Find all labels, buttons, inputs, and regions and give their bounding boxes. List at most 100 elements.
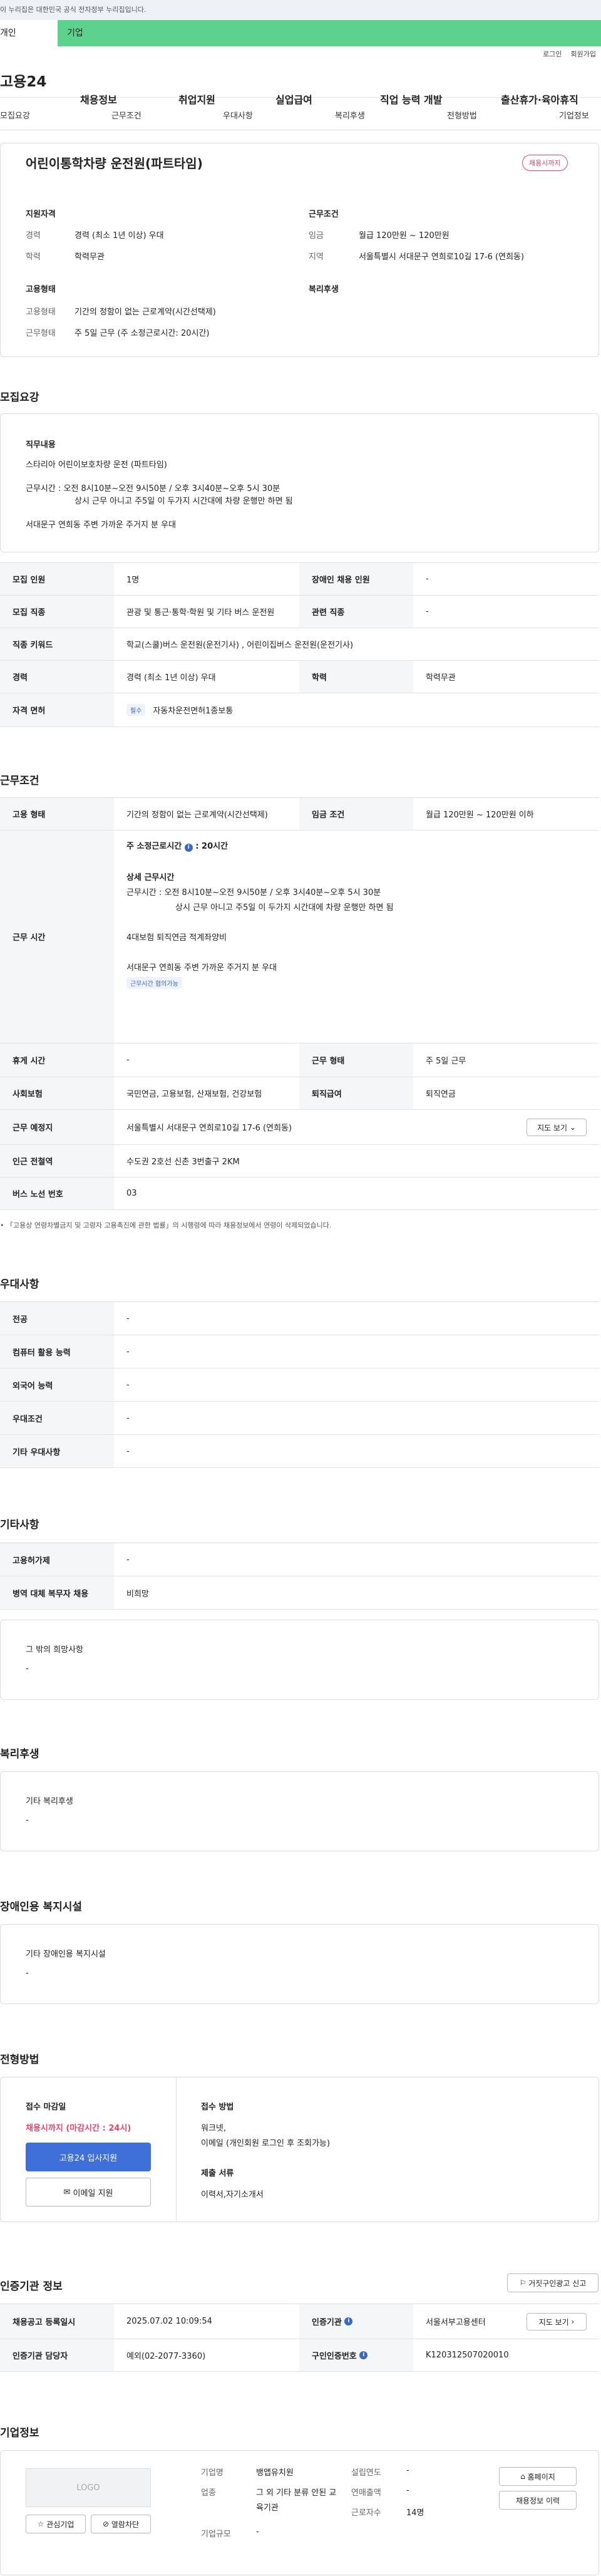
table-row: 근무 예정지 서울특별시 서대문구 연희로10길 17-6 (연희동) 지도 보기 … [0, 1110, 599, 1145]
duty-card: 직무내용 스타리아 어린이보호차량 운전 (파트타임) 근무시간 : 오전 8시… [0, 413, 599, 552]
map-button[interactable]: 지도 보기 ⌄ [527, 1119, 587, 1136]
row-key: 컴퓨터 활용 능력 [0, 1335, 114, 1368]
field-value: 뱅앱유치원 [256, 2468, 294, 2478]
prefer-table: 전공 - 컴퓨터 활용 능력 - 외국어 능력 - 우대조건 - 기타 우대사항 - [0, 1301, 599, 1468]
agency-map-label: 지도 보기 [538, 2317, 569, 2327]
tab-benefits[interactable]: 복리후생 [335, 109, 365, 121]
welfare-heading: 복리후생 [309, 285, 339, 294]
disability-heading: 장애인용 복지시설 [0, 1901, 83, 1913]
apply-button[interactable]: 고용24 입사지원 [26, 2143, 151, 2171]
table-row: 고용 형태 기간의 정함이 없는 근로계약(시간선택제) 임금 조건 월급 120만원… [0, 798, 599, 830]
row-value: 서울특별시 서대문구 연희로10길 17-6 (연희동) [126, 1124, 292, 1133]
duty-line: 스타리아 어린이보호차량 운전 (파트타임) [26, 460, 167, 470]
row-key: 채용공고 등록일시 [0, 2304, 114, 2339]
table-row: 자격 면허 필수 자동차운전면허1종보통 [0, 693, 599, 727]
tab-business[interactable]: 기업 [58, 20, 601, 46]
other-box-heading: 그 밖의 희망사항 [26, 1645, 83, 1655]
email-button-label: 이메일 지원 [73, 2188, 113, 2198]
work-value: 서울특별시 서대문구 연희로10길 17-6 (연희동) [359, 252, 525, 262]
login-link[interactable]: 로그인 [543, 50, 562, 58]
signup-link[interactable]: 회원가입 [571, 50, 596, 58]
benefits-box-value: - [26, 1816, 29, 1825]
field-label: 기업명 [201, 2468, 223, 2478]
util-links: 로그인 회원가입 [0, 46, 601, 63]
home-icon: ⌂ [520, 2472, 525, 2481]
tab-conditions[interactable]: 근무조건 [111, 109, 141, 121]
row-value: 학교(스쿨)버스 운전원(운전기사) , 어린이집버스 운전원(운전기사) [126, 641, 354, 650]
row-value: - [126, 1554, 130, 1565]
conditions-table: 고용 형태 기간의 정함이 없는 근로계약(시간선택제) 임금 조건 월급 120만원… [0, 797, 599, 1210]
status-badge: 채용시까지 [522, 155, 568, 171]
tab-personal[interactable]: 개인 [0, 20, 58, 46]
block-button[interactable]: ⊘ 열람차단 [91, 2515, 151, 2533]
tab-recruit[interactable]: 모집요강 [0, 109, 30, 121]
agency-map-button[interactable]: 지도 보기 › [527, 2313, 587, 2330]
row-value: - [426, 607, 429, 616]
process-card: 접수 마감일 채용시까지 (마감시간 : 24시) 고용24 입사지원 ✉ 이메… [0, 2077, 599, 2222]
row-key: 전공 [0, 1302, 114, 1335]
info-icon[interactable]: i [359, 2351, 368, 2359]
row-value: 주 5일 근무 [426, 1057, 466, 1066]
row-key: 장애인 채용 인원 [299, 563, 413, 595]
duty-line: 서대문구 연희동 주변 가까운 주거지 분 우대 [26, 520, 177, 530]
field-label: 근로자수 [351, 2508, 381, 2518]
detail-line: 상시 근무 아니고 주5일 이 두가지 시간대에 차량 운행만 하면 됨 [175, 903, 394, 913]
method-value: 이메일 (개인회원 로그인 후 조회가능) [201, 2139, 331, 2148]
deadline-value: 채용시까지 (마감시간 : 24시) [26, 2124, 131, 2133]
page-tabs: 모집요강 근무조건 우대사항 복리후생 전형방법 기업정보 [0, 98, 601, 130]
emp-label: 근무형태 [26, 329, 56, 338]
job-title: 어린이통학차량 운전원(파트타임) [26, 156, 203, 171]
tab-company[interactable]: 기업정보 [559, 109, 589, 121]
duty-line: 근무시간 : 오전 8시10분~오전 9시50분 / 오후 3시40분~오후 5… [26, 484, 280, 494]
info-icon[interactable]: i [184, 844, 193, 852]
table-row: 경력 경력 (최소 1년 이상) 우대 학력 학력무관 [0, 661, 599, 693]
table-row: 휴게 시간 - 근무 형태 주 5일 근무 [0, 1043, 599, 1077]
row-value: - [126, 1413, 130, 1423]
row-key: 모집 인원 [0, 563, 114, 595]
job-history-label: 채용정보 이력 [515, 2496, 560, 2505]
emp-value: 기간의 정함이 없는 근로계약(시간선택제) [74, 308, 216, 317]
emp-label: 고용형태 [26, 308, 56, 317]
block-icon: ⊘ [102, 2520, 110, 2528]
disability-box-heading: 기타 장애인용 복지시설 [26, 1950, 106, 1959]
row-value: - [426, 574, 429, 584]
detail-line: 근무시간 : 오전 8시10분~오전 9시50분 / 오후 3시40분~오후 5… [126, 888, 381, 897]
field-label: 연매출액 [351, 2488, 381, 2498]
qual-heading: 지원자격 [26, 210, 56, 219]
favorite-label: 관심기업 [46, 2520, 74, 2529]
row-key: 구인인증번호 i [299, 2339, 413, 2371]
report-button[interactable]: ⚐ 거짓구인광고 신고 [507, 2273, 598, 2292]
info-icon[interactable]: i [344, 2317, 353, 2325]
row-value: 퇴직연금 [426, 1090, 456, 1099]
row-value: K120312507020010 [426, 2351, 509, 2360]
row-value: 예외(02-2077-3360) [126, 2352, 206, 2361]
benefits-heading: 복리후생 [0, 1748, 39, 1761]
homepage-button[interactable]: ⌂ 홈페이지 [499, 2467, 577, 2486]
row-value: 1명 [126, 576, 140, 585]
map-button-label: 지도 보기 [537, 1123, 568, 1132]
table-row: 우대조건 - [0, 1402, 599, 1435]
field-value: - [406, 2466, 409, 2475]
email-apply-button[interactable]: ✉ 이메일 지원 [26, 2178, 151, 2206]
row-value: 기간의 정함이 없는 근로계약(시간선택제) [126, 810, 268, 820]
global-nav: 고용24 채용정보 취업지원 실업급여 직업 능력 개발 출산휴가·육아휴직 [0, 63, 601, 106]
job-history-button[interactable]: 채용정보 이력 [499, 2491, 577, 2510]
work-value: 월급 120만원 ~ 120만원 [359, 231, 449, 241]
row-key: 인근 전철역 [0, 1145, 114, 1177]
row-value: 국민연금, 고용보험, 산재보험, 건강보험 [126, 1090, 262, 1099]
tab-prefer[interactable]: 우대사항 [223, 109, 253, 121]
other-box: 그 밖의 희망사항 - [0, 1620, 599, 1700]
field-label: 업종 [201, 2488, 216, 2498]
table-row: 모집 인원 1명 장애인 채용 인원 - [0, 563, 599, 596]
brand-logo[interactable]: 고용24 [0, 70, 75, 91]
apply-button-label: 고용24 입사지원 [59, 2153, 118, 2163]
row-key: 직종 키워드 [0, 628, 114, 660]
tab-process[interactable]: 전형방법 [447, 109, 477, 121]
block-label: 열람차단 [111, 2520, 140, 2529]
favorite-button[interactable]: ☆ 관심기업 [26, 2515, 86, 2533]
emp-value: 주 5일 근무 (주 소정근로시간: 20시간) [74, 329, 210, 338]
table-row: 외국어 능력 - [0, 1368, 599, 1402]
row-value: 수도권 2호선 신촌 3번출구 2KM [126, 1157, 240, 1167]
detail-line: 4대보험 퇴직연금 적계좌양비 [126, 933, 227, 943]
hours-cell: 주 소정근로시간 i : 20시간 상세 근무시간 근무시간 : 오전 8시10… [114, 830, 599, 1043]
